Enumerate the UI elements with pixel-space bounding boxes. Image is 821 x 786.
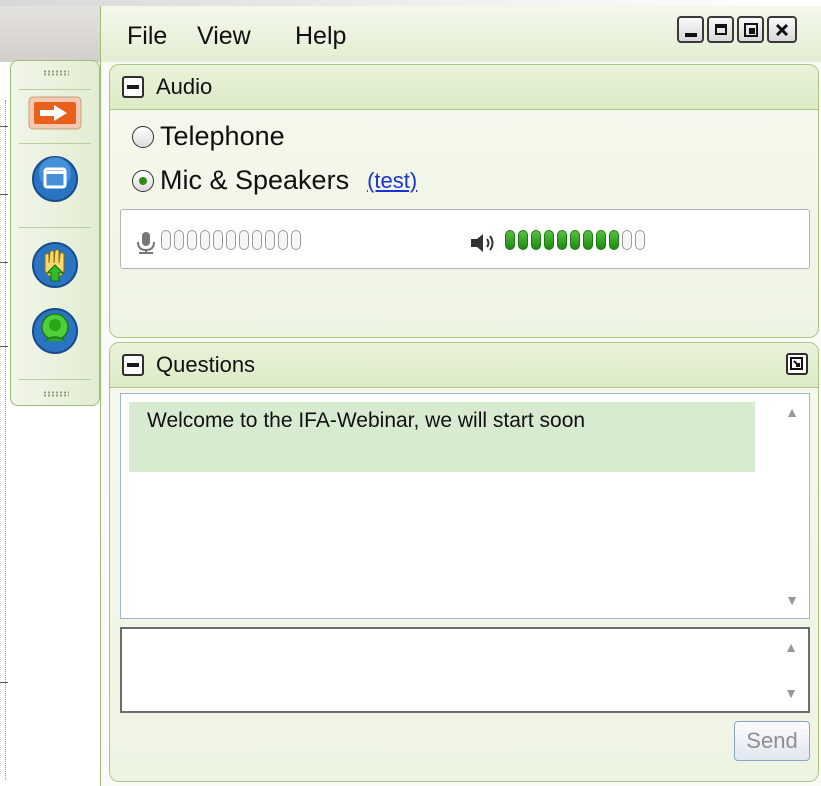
telephone-label: Telephone	[160, 121, 285, 151]
toolbar-grip-top[interactable]	[43, 70, 69, 76]
audio-levels-box	[120, 209, 810, 269]
input-scroll-down-icon[interactable]: ▼	[784, 685, 798, 701]
level-segment	[226, 230, 236, 250]
level-segment	[174, 230, 184, 250]
restore-icon[interactable]	[737, 16, 764, 43]
desktop-tick	[0, 126, 8, 127]
level-segment	[252, 230, 262, 250]
level-segment	[505, 230, 515, 250]
maximize-icon[interactable]	[707, 16, 734, 43]
mic-speakers-option[interactable]: Mic & Speakers (test)	[132, 165, 417, 196]
send-button[interactable]: Send	[734, 721, 810, 761]
audio-panel-header: Audio	[110, 65, 818, 110]
level-segment	[570, 230, 580, 250]
questions-panel-header: Questions	[110, 343, 818, 388]
questions-panel: Questions Welcome to the IFA-Webinar, we…	[109, 342, 819, 782]
audio-panel: Audio Telephone Mic & Speakers (test)	[109, 64, 819, 338]
menu-view[interactable]: View	[197, 22, 251, 51]
level-segment	[635, 230, 645, 250]
toolbar-divider	[19, 143, 91, 144]
menu-help[interactable]: Help	[295, 22, 346, 51]
mic-speakers-label: Mic & Speakers	[160, 165, 350, 195]
popout-icon[interactable]	[786, 353, 808, 375]
mic-level-meter	[135, 230, 304, 255]
level-segment	[200, 230, 210, 250]
menu-file[interactable]: File	[127, 22, 167, 51]
scroll-up-icon[interactable]: ▲	[785, 404, 799, 420]
chat-message: Welcome to the IFA-Webinar, we will star…	[129, 402, 755, 472]
speaker-led-strip	[505, 230, 648, 255]
level-segment	[609, 230, 619, 250]
level-segment	[583, 230, 593, 250]
desktop-tick	[0, 194, 8, 195]
desktop-dotted-line	[5, 100, 7, 780]
level-segment	[213, 230, 223, 250]
level-segment	[265, 230, 275, 250]
mic-speakers-radio[interactable]	[132, 169, 154, 192]
toolbar-grip-bottom[interactable]	[43, 391, 69, 397]
raise-hand-icon[interactable]	[31, 241, 79, 289]
microphone-level-icon	[137, 231, 155, 254]
close-icon[interactable]	[767, 16, 797, 43]
questions-collapse-button[interactable]	[122, 354, 144, 376]
level-segment	[531, 230, 541, 250]
audio-collapse-button[interactable]	[122, 76, 144, 98]
level-segment	[544, 230, 554, 250]
desktop-tick	[0, 262, 8, 263]
level-segment	[518, 230, 528, 250]
minimize-icon[interactable]	[677, 16, 704, 43]
telephone-option[interactable]: Telephone	[132, 121, 285, 152]
level-segment	[278, 230, 288, 250]
webinar-control-panel: File View Help Audio Telephone Mic & Spe…	[100, 6, 821, 786]
telephone-radio[interactable]	[132, 125, 154, 148]
menu-bar: File View Help	[101, 6, 821, 62]
level-segment	[161, 230, 171, 250]
arrow-right-icon[interactable]	[27, 95, 83, 131]
level-segment	[557, 230, 567, 250]
level-segment	[622, 230, 632, 250]
audio-panel-title: Audio	[156, 74, 213, 99]
floating-toolbar	[10, 60, 100, 406]
mic-led-strip	[161, 230, 304, 255]
speaker-level-meter	[469, 230, 648, 255]
desktop-background	[0, 0, 112, 62]
questions-panel-title: Questions	[156, 352, 256, 377]
toolbar-divider	[19, 89, 91, 90]
audio-test-link[interactable]: (test)	[367, 168, 417, 194]
desktop-tick	[0, 682, 8, 683]
questions-log[interactable]: Welcome to the IFA-Webinar, we will star…	[120, 393, 810, 619]
level-segment	[291, 230, 301, 250]
level-segment	[596, 230, 606, 250]
desktop-tick	[0, 346, 8, 347]
question-input[interactable]: ▲ ▼	[120, 627, 810, 713]
speaker-icon	[471, 233, 494, 252]
screen-icon[interactable]	[31, 155, 79, 203]
input-scroll-up-icon[interactable]: ▲	[784, 639, 798, 655]
level-segment	[239, 230, 249, 250]
toolbar-divider	[19, 379, 91, 380]
microphone-icon[interactable]	[31, 307, 79, 355]
level-segment	[187, 230, 197, 250]
scroll-down-icon[interactable]: ▼	[785, 592, 799, 608]
toolbar-divider	[19, 227, 91, 228]
